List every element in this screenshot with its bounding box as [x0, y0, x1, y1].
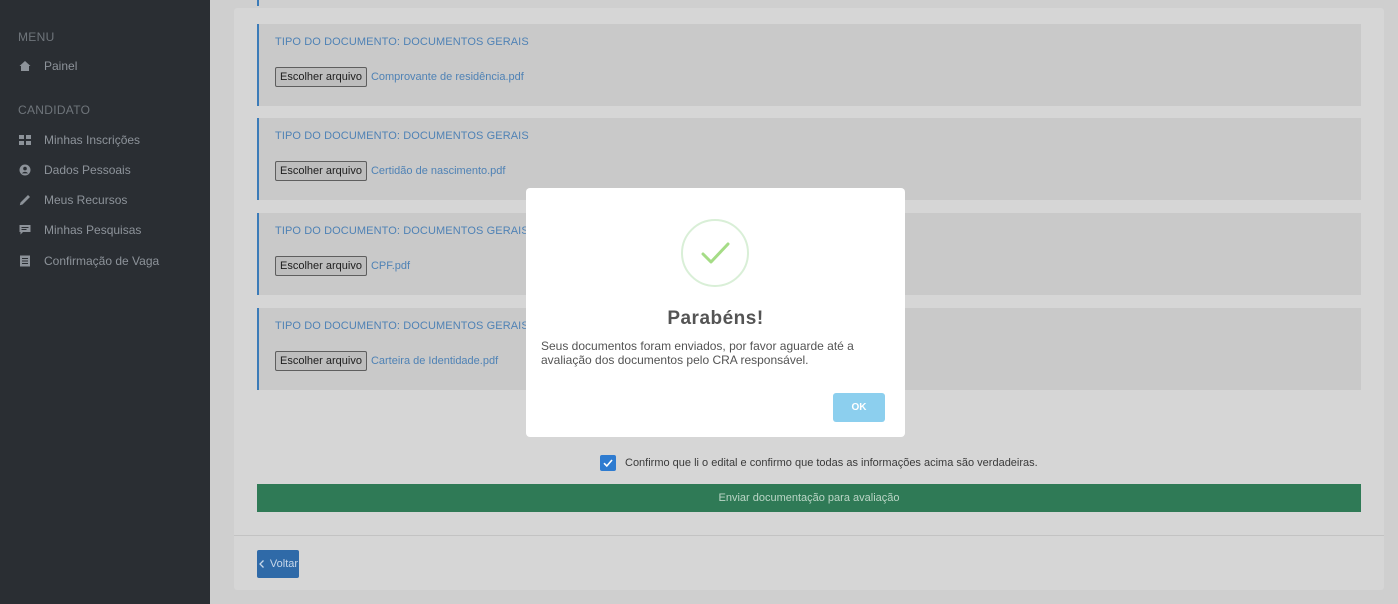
dialog-message-line: avaliação dos documentos pelo CRA respon…: [541, 353, 809, 367]
document-block: TIPO DO DOCUMENTO: DOCUMENTOS GERAIS Esc…: [257, 24, 1361, 106]
sidebar-item-dados-pessoais[interactable]: Dados Pessoais: [18, 160, 131, 180]
sidebar-item-minhas-pesquisas[interactable]: Minhas Pesquisas: [18, 220, 141, 240]
choose-file-button[interactable]: Escolher arquivo: [275, 256, 367, 276]
sidebar-item-label: Minhas Inscrições: [44, 133, 141, 147]
document-icon: [18, 254, 32, 268]
dialog-message: Seus documentos foram enviados, por favo…: [541, 339, 896, 367]
success-check-icon: [681, 219, 749, 287]
confirm-label: Confirmo que li o edital e confirmo que …: [625, 457, 1038, 469]
document-type-label: TIPO DO DOCUMENTO: DOCUMENTOS GERAIS: [275, 36, 529, 48]
back-button[interactable]: Voltar: [257, 550, 299, 578]
choose-file-button[interactable]: Escolher arquivo: [275, 67, 367, 87]
menu-heading: MENU: [18, 30, 55, 44]
grid-icon: [18, 133, 32, 147]
file-name: Certidão de nascimento.pdf: [370, 165, 506, 177]
sidebar-item-label: Dados Pessoais: [44, 163, 131, 177]
sidebar-item-label: Painel: [44, 59, 78, 73]
document-type-label: TIPO DO DOCUMENTO: DOCUMENTOS GERAIS: [275, 130, 529, 142]
ok-button[interactable]: OK: [833, 393, 885, 422]
previous-block-edge: [257, 0, 259, 6]
back-button-label: Voltar: [269, 558, 299, 570]
sidebar-item-label: Meus Recursos: [44, 193, 128, 207]
sidebar-item-confirmacao-de-vaga[interactable]: Confirmação de Vaga: [18, 251, 159, 271]
check-icon: [603, 459, 613, 468]
file-input: Escolher arquivo Carteira de Identidade.…: [275, 351, 498, 371]
candidato-heading: CANDIDATO: [18, 103, 91, 117]
file-input: Escolher arquivo Comprovante de residênc…: [275, 67, 524, 87]
dialog-message-line: Seus documentos foram enviados, por favo…: [541, 339, 854, 353]
pencil-icon: [18, 193, 32, 207]
file-name: CPF.pdf: [370, 260, 411, 272]
sidebar: MENU Painel CANDIDATO Minhas Inscrições …: [0, 0, 210, 604]
sidebar-item-label: Minhas Pesquisas: [44, 223, 142, 237]
file-name: Comprovante de residência.pdf: [370, 71, 524, 83]
document-type-label: TIPO DO DOCUMENTO: DOCUMENTOS GERAIS: [275, 225, 529, 237]
sidebar-item-meus-recursos[interactable]: Meus Recursos: [18, 190, 127, 210]
document-type-label: TIPO DO DOCUMENTO: DOCUMENTOS GERAIS: [275, 320, 529, 332]
divider: [234, 535, 1384, 536]
file-input: Escolher arquivo Certidão de nascimento.…: [275, 161, 505, 181]
file-input: Escolher arquivo CPF.pdf: [275, 256, 410, 276]
confirm-row: Confirmo que li o edital e confirmo que …: [600, 455, 1038, 471]
send-documents-button[interactable]: Enviar documentação para avaliação: [257, 484, 1361, 512]
home-icon: [18, 59, 32, 73]
chat-icon: [18, 223, 32, 237]
confirm-checkbox[interactable]: [600, 455, 616, 471]
choose-file-button[interactable]: Escolher arquivo: [275, 161, 367, 181]
file-name: Carteira de Identidade.pdf: [370, 355, 499, 367]
chevron-left-icon: [259, 560, 264, 568]
sidebar-item-minhas-inscricoes[interactable]: Minhas Inscrições: [18, 130, 140, 150]
choose-file-button[interactable]: Escolher arquivo: [275, 351, 367, 371]
sidebar-item-label: Confirmação de Vaga: [44, 254, 160, 268]
dialog-title: Parabéns!: [667, 308, 764, 329]
success-dialog: Parabéns! Seus documentos foram enviados…: [526, 188, 905, 437]
sidebar-item-painel[interactable]: Painel: [18, 56, 77, 76]
user-circle-icon: [18, 163, 32, 177]
